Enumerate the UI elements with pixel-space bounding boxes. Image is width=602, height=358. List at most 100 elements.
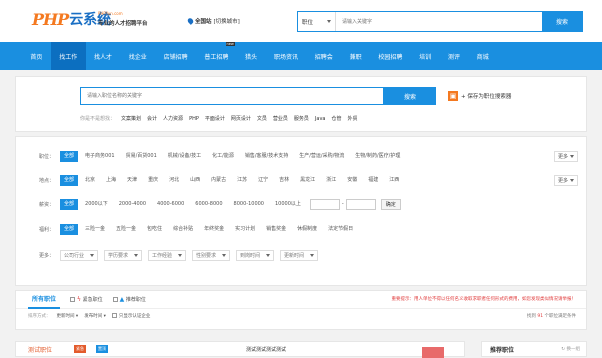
header-search-button[interactable]: 搜索 xyxy=(542,12,582,31)
filter-option[interactable]: 全部 xyxy=(60,223,79,235)
filter-option[interactable]: 法定节假日 xyxy=(324,224,357,235)
hot-keyword[interactable]: PHP xyxy=(189,116,199,122)
filter-option[interactable]: 内蒙古 xyxy=(207,175,230,186)
apply-button[interactable] xyxy=(422,347,444,358)
filter-option[interactable]: 2000-4000 xyxy=(115,199,150,210)
filter-option[interactable]: 8000-10000 xyxy=(230,199,268,210)
filter-dropdown[interactable]: 更新时间 xyxy=(280,249,318,261)
sort-update-time[interactable]: 更新时间 ▾ xyxy=(57,313,79,319)
filter-option[interactable]: 安徽 xyxy=(343,175,361,186)
filter-option[interactable]: 福建 xyxy=(364,175,382,186)
filter-option[interactable]: 销售/客服/技术支持 xyxy=(241,151,292,162)
job-company[interactable]: 测试测试测试测试 xyxy=(246,346,286,353)
more-button[interactable]: 更多 xyxy=(553,150,578,162)
nav-item[interactable]: 猎头 xyxy=(237,42,266,70)
filter-option[interactable]: 生产/营运/采购/物流 xyxy=(295,151,348,162)
nav-item[interactable]: 测评 xyxy=(440,42,469,70)
header-search-input[interactable] xyxy=(336,12,542,31)
filter-option[interactable]: 北京 xyxy=(81,175,99,186)
filter-option[interactable]: 6000-8000 xyxy=(191,199,226,210)
nav-item[interactable]: 招聘会 xyxy=(306,42,341,70)
filter-dropdown[interactable]: 到岗时间 xyxy=(236,249,274,261)
filter-option[interactable]: 全部 xyxy=(60,150,79,162)
sidebar-refresh[interactable]: ↻ 换一组 xyxy=(561,346,580,352)
nav-item[interactable]: 首页 xyxy=(22,42,51,70)
filter-option[interactable]: 河北 xyxy=(165,175,183,186)
save-search-button[interactable]: ▣ + 保存为职位搜索器 xyxy=(448,88,511,104)
hot-keyword[interactable]: 网页设计 xyxy=(231,115,251,122)
hot-keyword[interactable]: 会计 xyxy=(147,115,157,122)
filter-option[interactable]: 全部 xyxy=(60,174,79,186)
filter-dropdown[interactable]: 工作经验 xyxy=(148,249,186,261)
filter-option[interactable]: 重庆 xyxy=(144,175,162,186)
filter-option[interactable]: 电子商务001 xyxy=(81,151,119,162)
hot-keyword[interactable]: 服务员 xyxy=(294,115,309,122)
hot-keyword[interactable]: 营业员 xyxy=(273,115,288,122)
nav-item[interactable]: 商城 xyxy=(468,42,497,70)
switch-city-link[interactable]: [切换城市] xyxy=(214,17,240,25)
filter-option[interactable]: 机械/设备/技工 xyxy=(164,151,205,162)
nav-item[interactable]: 兼职 xyxy=(341,42,370,70)
nav-item[interactable]: 普工招聘 new xyxy=(196,42,237,70)
filter-option[interactable]: 销售奖金 xyxy=(262,224,290,235)
filter-option[interactable]: 吉林 xyxy=(275,175,293,186)
salary-min-input[interactable] xyxy=(309,198,340,210)
filter-option[interactable]: 辽宁 xyxy=(254,175,272,186)
nav-item[interactable]: 校园招聘 xyxy=(370,42,411,70)
filter-option[interactable]: 休假制度 xyxy=(293,224,321,235)
search-type-select[interactable]: 职位 xyxy=(298,12,336,31)
filter-option[interactable]: 4000-6000 xyxy=(153,199,188,210)
filter-dropdown[interactable]: 性别要求 xyxy=(192,249,230,261)
nav-item[interactable]: 职场资讯 xyxy=(266,42,307,70)
filter-option[interactable]: 生物/制药/医疗/护理 xyxy=(351,151,404,162)
filter-option[interactable]: 天津 xyxy=(123,175,141,186)
filter-option[interactable]: 包吃住 xyxy=(143,224,166,235)
filter-option[interactable]: 三险一金 xyxy=(81,224,109,235)
site-logo[interactable]: PHP 云系统 PHPYun.com 专业的人才招聘平台 xyxy=(32,9,148,29)
filter-option[interactable]: 五险一金 xyxy=(112,224,140,235)
nav-item[interactable]: 培训 xyxy=(411,42,440,70)
filter-option[interactable]: 化工/能源 xyxy=(208,151,238,162)
count-suffix: 个职位满足条件 xyxy=(544,314,577,319)
filter-option[interactable]: 贸易/百货001 xyxy=(122,151,161,162)
hot-keyword[interactable]: 外贸 xyxy=(348,115,358,122)
nav-item[interactable]: 找企业 xyxy=(120,42,155,70)
checkbox-icon xyxy=(111,313,117,318)
filter-option[interactable]: 浙江 xyxy=(322,175,340,186)
filter-dropdown[interactable]: 公司行业 xyxy=(60,249,98,261)
hot-keyword[interactable]: 文案策划 xyxy=(121,115,141,122)
job-keyword-input[interactable] xyxy=(81,88,383,104)
hot-keyword[interactable]: 仓管 xyxy=(332,115,342,122)
chevron-down-icon xyxy=(266,253,270,257)
filter-option[interactable]: 江西 xyxy=(385,175,403,186)
filter-option[interactable]: 2000以下 xyxy=(81,199,112,210)
filter-option[interactable]: 年终奖金 xyxy=(200,224,228,235)
filter-option[interactable]: 综合补贴 xyxy=(169,224,197,235)
nav-item[interactable]: 店铺招聘 xyxy=(155,42,196,70)
filter-dropdown[interactable]: 学历要求 xyxy=(104,249,142,261)
tab-all-jobs[interactable]: 所有职位 xyxy=(28,291,61,309)
tab-urgent-jobs[interactable]: ϟ 紧急职位 xyxy=(70,296,103,303)
job-title[interactable]: 测试职位 xyxy=(28,345,52,354)
nav-item[interactable]: 找人才 xyxy=(86,42,121,70)
job-card[interactable]: 测试职位 紧急 置顶 测试测试测试测试 xyxy=(15,341,465,358)
hot-keyword[interactable]: 人力资源 xyxy=(163,115,183,122)
filter-option[interactable]: 山西 xyxy=(186,175,204,186)
salary-confirm-button[interactable]: 确定 xyxy=(380,198,401,210)
sort-publish-time[interactable]: 发布时间 ▾ xyxy=(84,313,106,319)
hot-keyword[interactable]: Java xyxy=(315,116,326,122)
filter-option[interactable]: 江苏 xyxy=(233,175,251,186)
filter-option[interactable]: 实习计划 xyxy=(231,224,259,235)
filter-option[interactable]: 10000以上 xyxy=(271,199,305,210)
hot-keyword[interactable]: 平面设计 xyxy=(205,115,225,122)
more-button[interactable]: 更多 xyxy=(553,174,578,186)
job-search-button[interactable]: 搜索 xyxy=(384,87,436,105)
salary-max-input[interactable] xyxy=(345,198,376,210)
tab-recommend-jobs[interactable]: ▲ 推荐职位 xyxy=(112,296,146,303)
nav-item[interactable]: 找工作 xyxy=(50,42,86,70)
auth-only-toggle[interactable]: 只显示认证企业 xyxy=(111,313,150,319)
filter-option[interactable]: 黑龙江 xyxy=(296,175,319,186)
filter-option[interactable]: 全部 xyxy=(60,198,79,210)
hot-keyword[interactable]: 文员 xyxy=(257,115,267,122)
filter-option[interactable]: 上海 xyxy=(102,175,120,186)
